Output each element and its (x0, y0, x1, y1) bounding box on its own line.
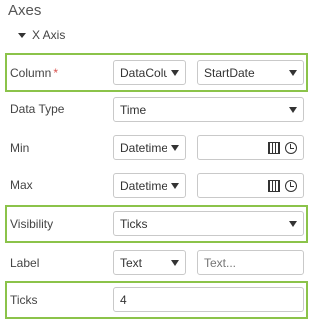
min-mode-select[interactable]: Datetime (113, 135, 186, 160)
column-source-select[interactable]: DataColu (113, 60, 186, 85)
label-mode-select[interactable]: Text (113, 250, 186, 275)
label-label: Label (10, 256, 40, 270)
chevron-down-icon (289, 220, 297, 227)
max-label: Max (10, 178, 33, 192)
visibility-select[interactable]: Ticks (113, 211, 304, 236)
max-datetime-input[interactable] (197, 173, 304, 198)
min-datetime-input[interactable] (197, 135, 304, 160)
x-axis-section-toggle[interactable]: X Axis (18, 28, 65, 42)
chevron-down-icon (289, 69, 297, 76)
ticks-input[interactable]: 4 (113, 287, 304, 312)
calendar-icon[interactable] (268, 141, 280, 154)
max-mode-value: Datetime (120, 178, 167, 193)
data-type-value: Time (120, 102, 147, 117)
chevron-down-icon (171, 144, 179, 151)
panel-title: Axes (8, 2, 42, 19)
calendar-icon[interactable] (268, 179, 280, 192)
section-label: X Axis (32, 28, 66, 42)
label-text-input[interactable] (197, 250, 304, 275)
chevron-down-icon (171, 259, 179, 266)
required-marker: * (53, 66, 59, 80)
chevron-down-icon (171, 69, 179, 76)
min-label: Min (10, 141, 30, 155)
ticks-value: 4 (120, 292, 127, 307)
clock-icon[interactable] (285, 141, 297, 154)
column-field-value: StartDate (204, 65, 255, 80)
column-label-text: Column (10, 66, 52, 80)
ticks-label: Ticks (10, 293, 38, 307)
min-mode-value: Datetime (120, 140, 167, 155)
label-mode-value: Text (120, 255, 143, 270)
visibility-value: Ticks (120, 216, 148, 231)
data-type-label: Data Type (10, 102, 65, 116)
clock-icon[interactable] (285, 179, 297, 192)
data-type-select[interactable]: Time (113, 97, 304, 122)
column-source-value: DataColu (120, 65, 167, 80)
chevron-down-icon (171, 182, 179, 189)
chevron-down-icon (289, 106, 297, 113)
max-mode-select[interactable]: Datetime (113, 173, 186, 198)
visibility-label: Visibility (10, 217, 54, 231)
column-field-select[interactable]: StartDate (197, 60, 304, 85)
column-label: Column * (10, 66, 58, 80)
caret-down-icon (18, 32, 26, 38)
